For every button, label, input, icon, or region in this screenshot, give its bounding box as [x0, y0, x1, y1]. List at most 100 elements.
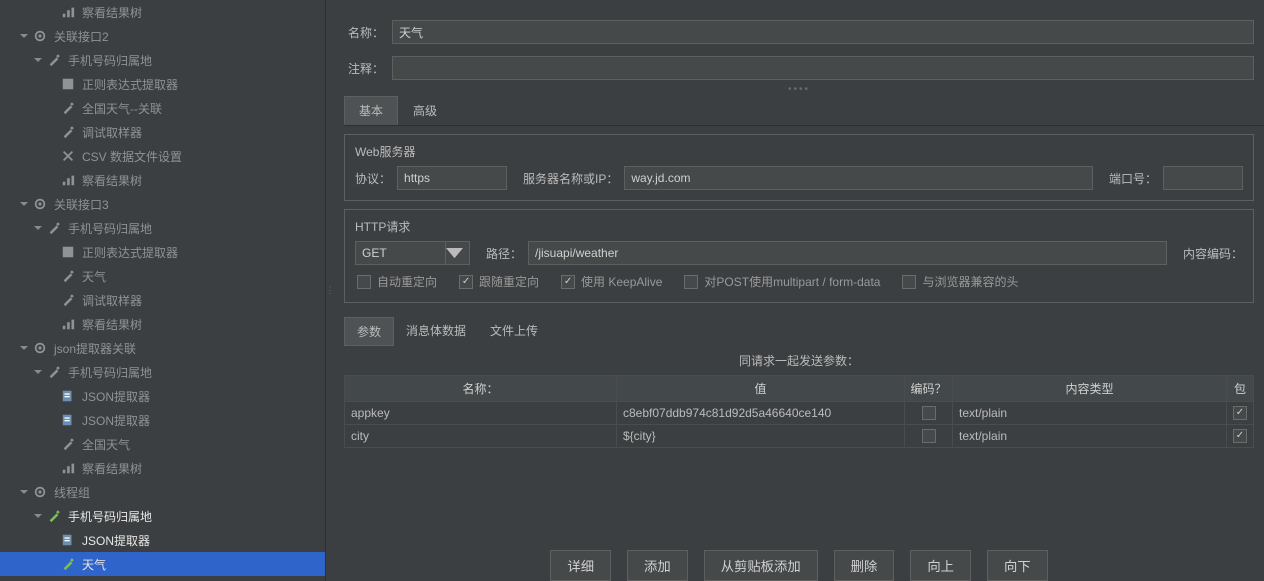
tree-item[interactable]: 察看结果树	[0, 312, 325, 336]
http-request-title: HTTP请求	[355, 218, 1243, 235]
tree-item[interactable]: 全国天气--关联	[0, 96, 325, 120]
toggle-icon[interactable]	[18, 486, 30, 498]
tree-item[interactable]: 察看结果树	[0, 0, 325, 24]
protocol-input[interactable]	[397, 166, 507, 190]
tree-item[interactable]: json提取器关联	[0, 336, 325, 360]
cell-name[interactable]: appkey	[345, 402, 617, 424]
tree-item[interactable]: 关联接口2	[0, 24, 325, 48]
tree-item-label: 关联接口3	[54, 196, 109, 213]
th-type[interactable]: 内容类型	[953, 376, 1227, 401]
th-include[interactable]: 包	[1227, 376, 1253, 401]
th-encode[interactable]: 编码？	[905, 376, 953, 401]
method-select[interactable]: GET	[355, 241, 470, 265]
toggle-icon[interactable]	[18, 342, 30, 354]
toggle-icon[interactable]	[32, 510, 44, 522]
tab-basic[interactable]: 基本	[344, 96, 398, 125]
table-row[interactable]: city${city} text/plain✓	[345, 424, 1253, 447]
toggle-icon[interactable]	[18, 198, 30, 210]
port-input[interactable]	[1163, 166, 1243, 190]
toggle-icon	[46, 6, 58, 18]
toggle-icon[interactable]	[18, 30, 30, 42]
tree-item[interactable]: 正则表达式提取器	[0, 240, 325, 264]
params-table-title: 同请求一起发送参数：	[334, 346, 1264, 375]
delete-button[interactable]: 删除	[834, 550, 895, 581]
cell-encode[interactable]	[905, 402, 953, 424]
toggle-icon	[46, 558, 58, 570]
tree-item[interactable]: 察看结果树	[0, 168, 325, 192]
tree-item[interactable]: 察看结果树	[0, 456, 325, 480]
cell-encode[interactable]	[905, 425, 953, 447]
toggle-icon[interactable]	[32, 54, 44, 66]
tree-item[interactable]: JSON提取器	[0, 528, 325, 552]
sampler-g-icon	[60, 556, 76, 572]
cell-include[interactable]: ✓	[1227, 402, 1253, 424]
clipboard-add-button[interactable]: 从剪贴板添加	[704, 550, 818, 581]
tree-item[interactable]: 调试取样器	[0, 288, 325, 312]
param-tab-body[interactable]: 消息体数据	[394, 317, 478, 346]
tree-item-label: 全国天气--关联	[82, 100, 162, 117]
param-tab-params[interactable]: 参数	[344, 317, 394, 346]
th-value[interactable]: 值	[617, 376, 905, 401]
tree-item[interactable]: 调试取样器	[0, 120, 325, 144]
tree-item[interactable]: 正则表达式提取器	[0, 72, 325, 96]
cell-value[interactable]: ${city}	[617, 425, 905, 447]
down-button[interactable]: 向下	[987, 550, 1048, 581]
param-tabs: 参数 消息体数据 文件上传	[344, 317, 1264, 346]
toggle-icon	[46, 414, 58, 426]
tree-item-label: 关联接口2	[54, 28, 109, 45]
tree-item-label: 天气	[82, 556, 106, 573]
cb-multipart[interactable]: 对POST使用multipart / form-data	[684, 273, 880, 290]
cb-follow-redirect[interactable]: 跟随重定向	[459, 273, 539, 290]
tree-item[interactable]: 线程组	[0, 480, 325, 504]
cb-auto-redirect[interactable]: 自动重定向	[357, 273, 437, 290]
toggle-icon	[46, 150, 58, 162]
tree-item[interactable]: 手机号码归属地	[0, 360, 325, 384]
tree-item-label: 调试取样器	[82, 292, 142, 309]
up-button[interactable]: 向上	[910, 550, 971, 581]
toggle-icon[interactable]	[32, 222, 44, 234]
sampler-icon	[46, 364, 62, 380]
param-tab-file[interactable]: 文件上传	[478, 317, 550, 346]
port-label: 端口号：	[1109, 170, 1157, 187]
button-bar: 详细 添加 从剪贴板添加 删除 向上 向下	[334, 540, 1264, 581]
comment-input[interactable]	[392, 56, 1254, 80]
name-input[interactable]	[392, 20, 1254, 44]
toggle-icon[interactable]	[32, 366, 44, 378]
tree-item[interactable]: CSV 数据文件设置	[0, 144, 325, 168]
tab-advanced[interactable]: 高级	[398, 96, 452, 125]
server-input[interactable]	[624, 166, 1093, 190]
tree-item[interactable]: 手机号码归属地	[0, 504, 325, 528]
tree-item[interactable]: 天气	[0, 552, 325, 576]
table-row[interactable]: appkeyc8ebf07ddb974c81d92d5a46640ce140 te…	[345, 401, 1253, 424]
sampler-icon	[60, 436, 76, 452]
cell-type[interactable]: text/plain	[953, 402, 1227, 424]
tree-item[interactable]: 关联接口3	[0, 192, 325, 216]
sampler-icon	[60, 100, 76, 116]
add-button[interactable]: 添加	[627, 550, 688, 581]
th-name[interactable]: 名称：	[345, 376, 617, 401]
cell-value[interactable]: c8ebf07ddb974c81d92d5a46640ce140	[617, 402, 905, 424]
tree-item[interactable]: 全国天气	[0, 432, 325, 456]
tree-panel: 察看结果树关联接口2手机号码归属地正则表达式提取器全国天气--关联调试取样器CS…	[0, 0, 326, 581]
toggle-icon	[46, 246, 58, 258]
toggle-icon	[46, 462, 58, 474]
tree-item[interactable]: 手机号码归属地	[0, 48, 325, 72]
tree-item-label: CSV 数据文件设置	[82, 148, 182, 165]
cell-type[interactable]: text/plain	[953, 425, 1227, 447]
cell-name[interactable]: city	[345, 425, 617, 447]
web-server-title: Web服务器	[355, 143, 1243, 160]
protocol-label: 协议：	[355, 170, 391, 187]
tree-item[interactable]: 手机号码归属地	[0, 216, 325, 240]
tree-item[interactable]: JSON提取器	[0, 384, 325, 408]
cb-keepalive[interactable]: 使用 KeepAlive	[561, 273, 662, 290]
cb-browser-headers[interactable]: 与浏览器兼容的头	[902, 273, 1018, 290]
toggle-icon	[46, 174, 58, 186]
tree-item[interactable]: 天气	[0, 264, 325, 288]
detail-button[interactable]: 详细	[550, 550, 611, 581]
cell-include[interactable]: ✓	[1227, 425, 1253, 447]
toggle-icon	[46, 534, 58, 546]
drag-handle-icon[interactable]: ••••	[334, 86, 1264, 96]
splitter-handle[interactable]: ⋮	[326, 0, 334, 581]
tree-item[interactable]: JSON提取器	[0, 408, 325, 432]
path-input[interactable]	[528, 241, 1167, 265]
